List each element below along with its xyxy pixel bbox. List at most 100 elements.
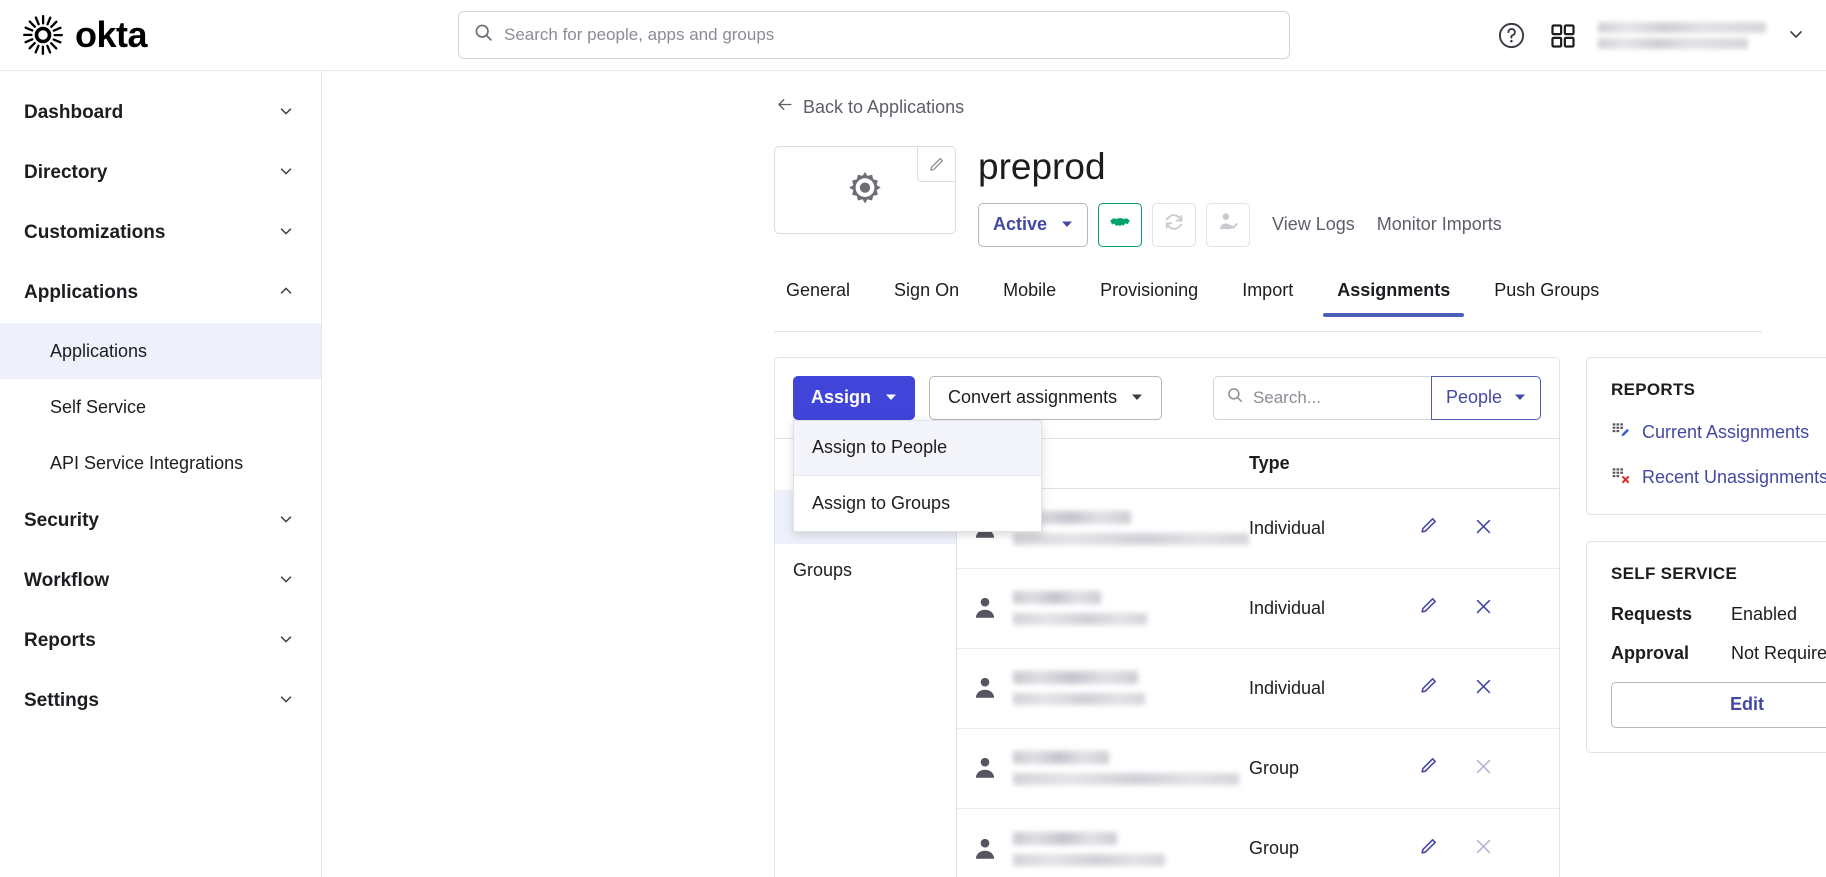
arrow-left-icon: [775, 95, 794, 119]
chevron-down-icon[interactable]: [1786, 24, 1806, 48]
caret-down-icon: [885, 387, 897, 408]
refresh-sync-icon: [1163, 211, 1185, 238]
menu-item-assign-to-people[interactable]: Assign to People: [794, 420, 1041, 476]
person-check-icon: [1217, 211, 1239, 238]
assignment-scope-dropdown[interactable]: People: [1430, 375, 1541, 420]
tab-mobile[interactable]: Mobile: [981, 280, 1078, 316]
pencil-icon[interactable]: [1419, 756, 1438, 780]
search-icon: [473, 22, 494, 48]
assignee-email-redacted: [1013, 773, 1239, 786]
pencil-icon[interactable]: [1419, 676, 1438, 700]
row-actions: [1419, 676, 1559, 700]
sync-refresh-button[interactable]: [1152, 202, 1197, 247]
close-x-icon[interactable]: [1474, 757, 1493, 780]
reports-card: REPORTS Current Assignments Recent Unass…: [1586, 356, 1826, 515]
assign-button-label: Assign: [811, 387, 872, 408]
help-circle-icon[interactable]: [1494, 19, 1528, 53]
provisioning-handshake-button[interactable]: [1098, 202, 1143, 247]
tab-assignments[interactable]: Assignments: [1315, 280, 1472, 317]
tab-provisioning[interactable]: Provisioning: [1078, 280, 1220, 316]
assignee-identity: [1013, 671, 1249, 706]
app-logo-edit-button[interactable]: [917, 147, 955, 182]
monitor-imports-link[interactable]: Monitor Imports: [1377, 214, 1502, 235]
okta-brand[interactable]: okta: [0, 14, 322, 56]
app-status-dropdown[interactable]: Active: [978, 202, 1089, 247]
requests-key: Requests: [1611, 603, 1693, 624]
okta-burst-logo-icon: [22, 14, 64, 56]
apps-grid-icon[interactable]: [1546, 19, 1580, 53]
sidebar-item-customizations[interactable]: Customizations: [0, 203, 321, 263]
sidebar-sublabel-applications: Applications: [50, 340, 148, 361]
assignments-search-input[interactable]: Search...: [1212, 375, 1431, 420]
app-controls-row: Active View Logs Monitor Imports: [978, 202, 1502, 247]
tab-import[interactable]: Import: [1220, 280, 1315, 316]
self-service-card: SELF SERVICE Requests Enabled Approval N…: [1586, 540, 1826, 753]
assign-button[interactable]: Assign: [793, 375, 916, 420]
sidebar-item-security[interactable]: Security: [0, 491, 321, 551]
assignments-toolbar: Assign Convert assignments Search... Peo…: [775, 358, 1559, 532]
table-row[interactable]: Group: [957, 729, 1559, 809]
close-x-icon[interactable]: [1474, 677, 1493, 700]
person-icon: [957, 675, 1013, 701]
sidebar-item-dashboard[interactable]: Dashboard: [0, 83, 321, 143]
okta-wordmark: okta: [75, 14, 148, 55]
caret-down-icon: [1131, 387, 1143, 408]
person-icon: [957, 755, 1013, 781]
assignments-content: Assign Convert assignments Search... Peo…: [774, 356, 1826, 877]
sidebar-label-customizations: Customizations: [24, 222, 166, 243]
sidebar-item-settings[interactable]: Settings: [0, 671, 321, 731]
convert-assignments-button[interactable]: Convert assignments: [929, 375, 1163, 420]
sidebar-subitem-applications[interactable]: Applications: [0, 323, 321, 379]
assignee-identity: [1013, 511, 1249, 546]
current-assignments-link[interactable]: Current Assignments: [1611, 420, 1826, 445]
sidebar-item-directory[interactable]: Directory: [0, 143, 321, 203]
menu-item-assign-to-groups[interactable]: Assign to Groups: [794, 476, 1041, 531]
chevron-down-icon: [277, 510, 295, 532]
sidebar-item-workflow[interactable]: Workflow: [0, 551, 321, 611]
chevron-down-icon: [277, 222, 295, 244]
approval-value: Not Required: [1731, 642, 1826, 663]
user-account-name[interactable]: [1598, 17, 1768, 55]
pencil-icon[interactable]: [1419, 596, 1438, 620]
close-x-icon[interactable]: [1474, 597, 1493, 620]
chevron-up-icon: [277, 282, 295, 304]
back-to-applications-link[interactable]: Back to Applications: [775, 95, 964, 119]
person-check-button[interactable]: [1206, 202, 1251, 247]
app-status-label: Active: [993, 214, 1048, 235]
assignments-search-placeholder: Search...: [1252, 387, 1321, 407]
sidebar-subitem-api-service-integrations[interactable]: API Service Integrations: [0, 435, 321, 491]
global-search-input[interactable]: Search for people, apps and groups: [458, 11, 1290, 59]
close-x-icon[interactable]: [1474, 837, 1493, 860]
tab-push-groups[interactable]: Push Groups: [1472, 280, 1621, 316]
assign-dropdown-menu: Assign to People Assign to Groups: [793, 419, 1042, 532]
table-row[interactable]: Group: [957, 809, 1559, 877]
caret-down-icon: [1061, 214, 1073, 235]
tab-sign-on[interactable]: Sign On: [872, 280, 981, 316]
row-actions: [1419, 516, 1559, 540]
table-row[interactable]: Individual: [957, 649, 1559, 729]
view-logs-link[interactable]: View Logs: [1272, 214, 1355, 235]
sidebar-item-applications[interactable]: Applications: [0, 263, 321, 323]
self-service-edit-button[interactable]: Edit: [1611, 681, 1826, 728]
caret-down-icon: [1514, 387, 1526, 408]
sidebar-subitem-self-service[interactable]: Self Service: [0, 379, 321, 435]
person-icon: [957, 595, 1013, 621]
assignment-type: Group: [1249, 838, 1300, 859]
assignee-email-redacted: [1013, 853, 1165, 866]
close-x-icon[interactable]: [1474, 517, 1493, 540]
table-header-row: Type: [957, 439, 1559, 489]
handshake-icon: [1108, 210, 1132, 239]
table-row[interactable]: Individual: [957, 569, 1559, 649]
filter-groups[interactable]: Groups: [775, 544, 956, 598]
right-rail: REPORTS Current Assignments Recent Unass…: [1586, 356, 1826, 877]
assignee-identity: [1013, 751, 1249, 786]
recent-unassignments-link[interactable]: Recent Unassignments: [1611, 465, 1826, 490]
sidebar-label-reports: Reports: [24, 630, 96, 651]
sidebar-sublabel-self-service: Self Service: [50, 396, 147, 417]
okta-admin-app: okta Search for people, apps and groups: [0, 0, 1826, 877]
tab-general[interactable]: General: [774, 280, 872, 316]
pencil-icon[interactable]: [1419, 516, 1438, 540]
pencil-icon[interactable]: [1419, 837, 1438, 861]
sidebar-item-reports[interactable]: Reports: [0, 611, 321, 671]
table-row[interactable]: Individual: [957, 489, 1559, 569]
